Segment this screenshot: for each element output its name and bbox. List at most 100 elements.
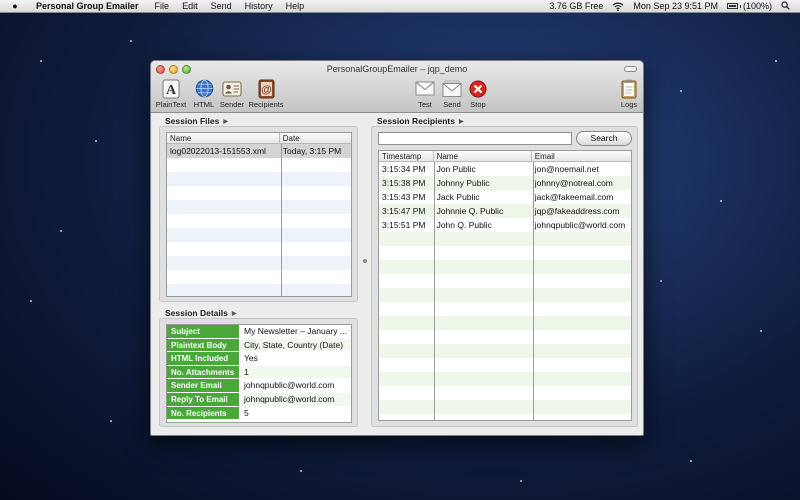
toolbar-toggle-button[interactable] <box>624 66 637 72</box>
sender-label: Sender <box>219 100 245 109</box>
detail-row: Reply To Email johnqpublic@world.com <box>167 392 351 407</box>
send-label: Send <box>443 100 461 109</box>
table-row[interactable]: 3:15:51 PM John Q. Public johnqpublic@worl… <box>379 218 631 232</box>
app-menu[interactable]: Personal Group Emailer <box>36 1 139 11</box>
search-button[interactable]: Search <box>576 131 632 146</box>
email-cell: jon@noemail.net <box>534 164 599 174</box>
menu-send[interactable]: Send <box>211 1 232 11</box>
email-cell: johnny@notreal.com <box>534 178 613 188</box>
name-cell: Johnnie Q. Public <box>436 206 504 216</box>
logs-button[interactable]: Logs <box>612 79 643 109</box>
sender-button[interactable]: Sender <box>215 79 249 109</box>
empty-row <box>167 214 351 228</box>
spotlight-search-icon[interactable] <box>781 0 790 12</box>
detail-row: Subject My Newsletter – January ... <box>167 325 351 339</box>
session-recipients-table[interactable]: Timestamp Name Email 3:15:34 PM Jon Publi… <box>378 150 632 421</box>
logs-label: Logs <box>620 100 638 109</box>
plaintext-label: PlainText <box>155 100 187 109</box>
session-files-header[interactable]: Session Files ▶ <box>165 116 228 126</box>
address-book-icon: @ <box>256 79 276 98</box>
table-row[interactable]: 3:15:34 PM Jon Public jon@noemail.net <box>379 162 631 176</box>
timestamp-cell: 3:15:51 PM <box>382 220 426 230</box>
stop-label: Stop <box>470 100 486 109</box>
session-files-table[interactable]: Name Date log02022013-151553.xml Today, 3… <box>166 132 352 297</box>
empty-row <box>167 256 351 270</box>
table-row[interactable]: log02022013-151553.xml Today, 3:15 PM <box>167 144 351 158</box>
disk-free-status[interactable]: 3.76 GB Free <box>549 1 603 11</box>
empty-row <box>167 228 351 242</box>
timestamp-cell: 3:15:47 PM <box>382 206 426 216</box>
empty-row <box>379 316 631 330</box>
session-details-panel: Subject My Newsletter – January ... Plaint… <box>159 318 358 427</box>
detail-row: No. Attachments 1 <box>167 365 351 380</box>
empty-row <box>167 172 351 186</box>
menu-edit[interactable]: Edit <box>182 1 198 11</box>
menu-file[interactable]: File <box>155 1 170 11</box>
envelope-stack-icon <box>442 79 462 98</box>
email-cell: jack@fakeemail.com <box>534 192 614 202</box>
menu-bar: ● Personal Group Emailer File Edit Send … <box>0 0 800 13</box>
wifi-icon[interactable] <box>612 2 624 11</box>
empty-row <box>379 358 631 372</box>
column-header-timestamp[interactable]: Timestamp <box>379 151 434 161</box>
recipients-label: Recipients <box>248 100 284 109</box>
detail-value: My Newsletter – January ... <box>241 325 351 338</box>
session-details-header[interactable]: Session Details ▶ <box>165 308 236 318</box>
window-titlebar: PersonalGroupEmailer – jqp_demo A PlainT… <box>151 61 643 113</box>
column-header-date[interactable]: Date <box>280 133 351 143</box>
session-files-panel: Name Date log02022013-151553.xml Today, 3… <box>159 126 358 302</box>
detail-key: No. Attachments <box>167 365 241 379</box>
detail-key: Reply To Email <box>167 392 241 406</box>
session-recipients-title: Session Recipients <box>377 116 455 126</box>
window-title: PersonalGroupEmailer – jqp_demo <box>326 64 468 74</box>
empty-row <box>379 246 631 260</box>
empty-row <box>379 344 631 358</box>
contact-card-icon <box>222 79 242 98</box>
timestamp-cell: 3:15:34 PM <box>382 164 426 174</box>
session-recipients-header[interactable]: Session Recipients ▶ <box>377 116 464 126</box>
name-cell: John Q. Public <box>436 220 492 230</box>
detail-row: Plaintext Body City, State, Country (Date… <box>167 338 351 353</box>
file-name-cell: log02022013-151553.xml <box>170 146 266 156</box>
recipients-button[interactable]: @ Recipients <box>248 79 284 109</box>
empty-row <box>379 372 631 386</box>
disclosure-triangle-icon: ▶ <box>223 118 228 125</box>
detail-row: HTML Included Yes <box>167 352 351 366</box>
battery-percent: (100%) <box>742 1 772 11</box>
main-window: PersonalGroupEmailer – jqp_demo A PlainT… <box>150 60 644 436</box>
stop-button[interactable]: Stop <box>461 79 495 109</box>
column-header-name[interactable]: Name <box>167 133 280 143</box>
empty-row <box>379 232 631 246</box>
empty-row <box>379 274 631 288</box>
split-view-handle[interactable] <box>363 259 367 263</box>
column-header-email[interactable]: Email <box>532 151 631 161</box>
column-header-name[interactable]: Name <box>434 151 532 161</box>
file-date-cell: Today, 3:15 PM <box>282 146 342 156</box>
session-details-table: Subject My Newsletter – January ... Plaint… <box>166 324 352 423</box>
menu-help[interactable]: Help <box>286 1 305 11</box>
detail-key: HTML Included <box>167 352 241 365</box>
empty-row <box>167 186 351 200</box>
table-row[interactable]: 3:15:43 PM Jack Public jack@fakeemail.com <box>379 190 631 204</box>
email-cell: johnqpublic@world.com <box>534 220 626 230</box>
recipients-search-input[interactable] <box>378 132 572 145</box>
detail-value: johnqpublic@world.com <box>241 379 351 392</box>
plaintext-icon: A <box>161 79 181 98</box>
table-row[interactable]: 3:15:47 PM Johnnie Q. Public jqp@fakeaddre… <box>379 204 631 218</box>
plaintext-button[interactable]: A PlainText <box>154 79 188 109</box>
disclosure-triangle-icon: ▶ <box>458 118 464 125</box>
clock[interactable]: Mon Sep 23 9:51 PM <box>633 1 718 11</box>
detail-key: Sender Email <box>167 379 241 392</box>
empty-row <box>167 242 351 256</box>
table-row[interactable]: 3:15:38 PM Johnny Public johnny@notreal.co… <box>379 176 631 190</box>
session-files-title: Session Files <box>165 116 220 126</box>
email-cell: jqp@fakeaddress.com <box>534 206 620 216</box>
name-cell: Jon Public <box>436 164 476 174</box>
detail-value: johnqpublic@world.com <box>241 392 351 406</box>
empty-row <box>167 200 351 214</box>
empty-row <box>167 270 351 284</box>
apple-menu-icon[interactable]: ● <box>8 1 22 11</box>
globe-icon <box>194 79 214 98</box>
battery-icon[interactable]: (100%) <box>726 1 772 11</box>
menu-history[interactable]: History <box>245 1 273 11</box>
